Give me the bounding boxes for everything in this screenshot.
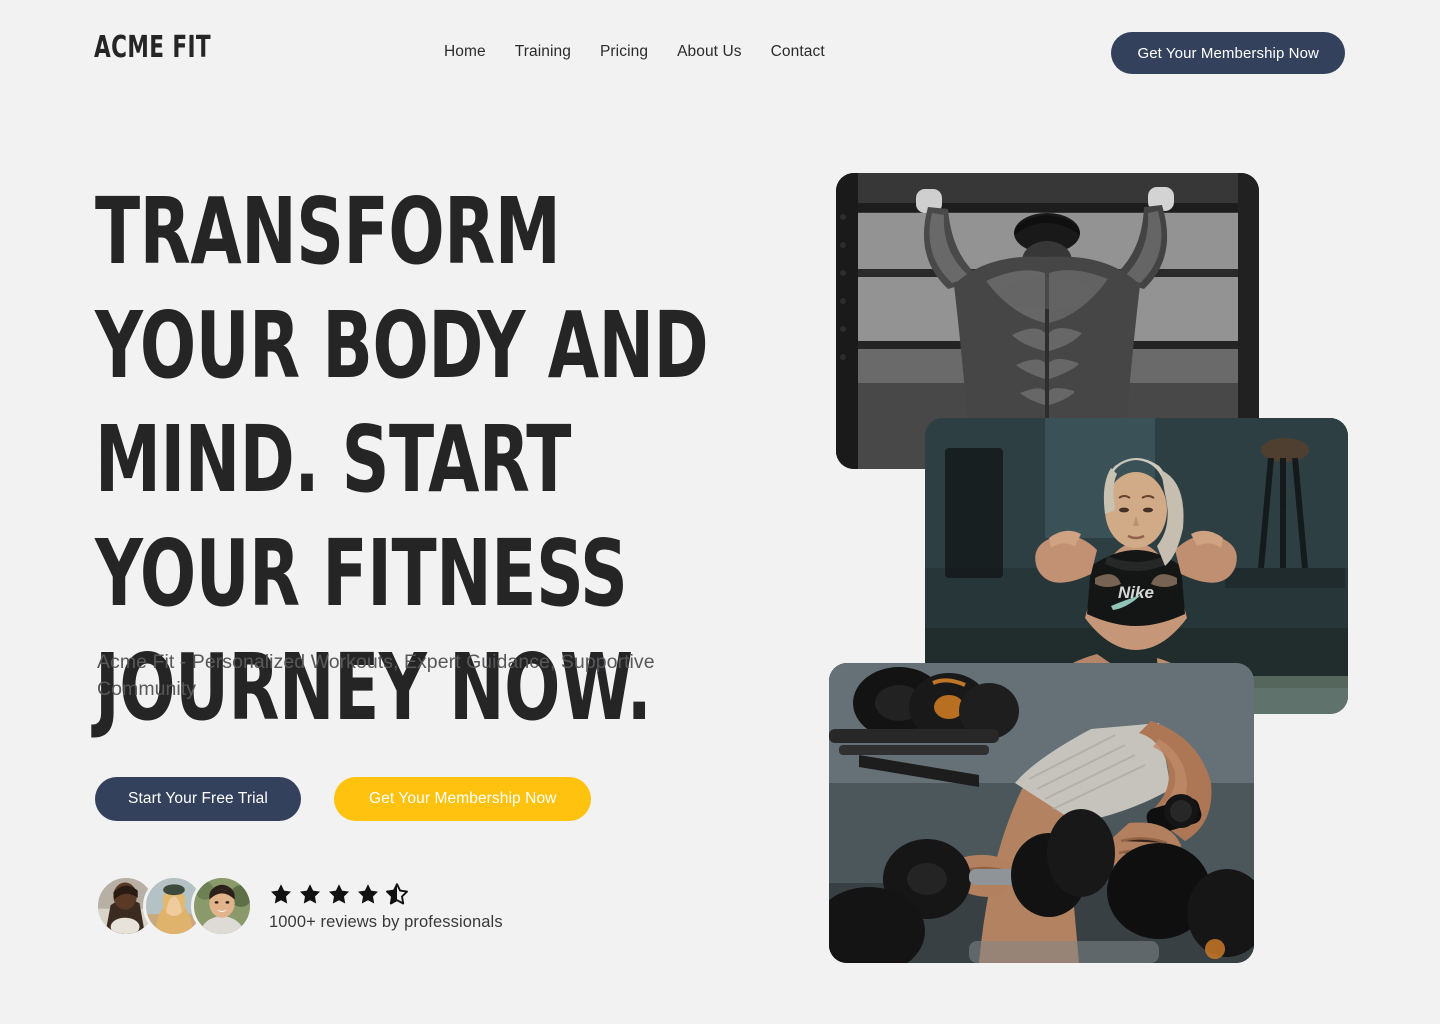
- nav-item-home[interactable]: Home: [444, 43, 486, 61]
- gallery-image-dumbbell-athlete[interactable]: [829, 663, 1254, 963]
- star-half-icon: [386, 882, 408, 904]
- star-filled-icon: [300, 883, 320, 903]
- header-membership-button[interactable]: Get Your Membership Now: [1111, 32, 1345, 74]
- review-count-text: 1000+ reviews by professionals: [269, 913, 503, 931]
- hero-cta-row: Start Your Free Trial Get Your Membershi…: [95, 777, 592, 821]
- star-filled-icon: [271, 883, 291, 903]
- nav-item-pricing[interactable]: Pricing: [600, 43, 648, 61]
- star-filled-icon: [329, 883, 349, 903]
- nav-item-about-us[interactable]: About Us: [677, 43, 742, 61]
- social-proof: 1000+ reviews by professionals: [95, 875, 503, 937]
- nav-item-training[interactable]: Training: [515, 43, 571, 61]
- hero-content: Transform your body and mind. Start your…: [95, 175, 795, 937]
- hero-subheadline: Acme Fit - Personalized Workouts, Expert…: [97, 651, 655, 700]
- get-membership-button[interactable]: Get Your Membership Now: [333, 777, 592, 821]
- site-header: ACME FIT Home Training Pricing About Us …: [0, 0, 1440, 105]
- main-navigation: Home Training Pricing About Us Contact: [444, 43, 825, 61]
- nav-item-contact[interactable]: Contact: [771, 43, 825, 61]
- star-filled-icon: [358, 883, 378, 903]
- start-free-trial-button[interactable]: Start Your Free Trial: [95, 777, 301, 821]
- star-rating: [269, 880, 503, 907]
- avatar: [191, 875, 253, 937]
- avatar-group: [95, 875, 263, 937]
- rating-block: 1000+ reviews by professionals: [269, 880, 503, 932]
- brand-logo[interactable]: ACME FIT: [94, 33, 211, 63]
